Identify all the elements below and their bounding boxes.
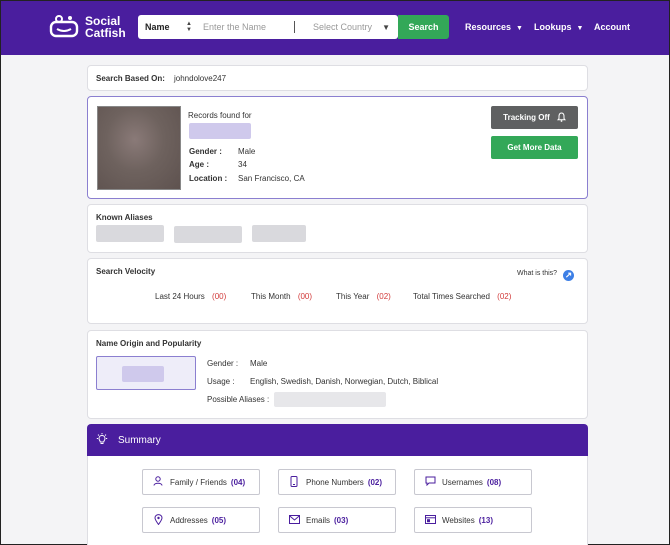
- summary-item-label: Emails: [306, 515, 331, 525]
- location-value: San Francisco, CA: [238, 174, 305, 183]
- velocity-item-count: (00): [212, 292, 227, 301]
- velocity-item-count: (02): [376, 292, 391, 301]
- possible-aliases-label: Possible Aliases :: [207, 395, 270, 404]
- summary-header: Summary: [87, 424, 588, 456]
- search-bar: Name ▲ ▼ Enter the Name Select Country ▼: [138, 15, 398, 39]
- redacted-aliases: [274, 392, 386, 407]
- catfish-logo-icon: [49, 14, 81, 40]
- gender-value: Male: [238, 147, 256, 156]
- gender-label: Gender :: [189, 147, 222, 156]
- chat-icon: [424, 476, 436, 488]
- search-type-select[interactable]: Name ▲ ▼: [138, 15, 194, 39]
- alias-chip: [96, 225, 164, 242]
- nav-lookups[interactable]: Lookups ▼: [534, 22, 583, 32]
- chevron-down-icon: ▼: [516, 25, 523, 32]
- velocity-item-label: Total Times Searched: [413, 292, 490, 301]
- envelope-icon: [288, 514, 300, 526]
- name-origin-card: Name Origin and Popularity Gender : Male…: [87, 330, 588, 419]
- nav-resources-label: Resources: [465, 22, 512, 32]
- velocity-this-month: This Month (00): [251, 292, 312, 301]
- origin-gender-value: Male: [250, 359, 268, 368]
- summary-usernames[interactable]: Usernames (08): [414, 469, 532, 495]
- redacted-name: [189, 123, 251, 139]
- name-input[interactable]: Enter the Name: [194, 22, 294, 32]
- summary-emails[interactable]: Emails (03): [278, 507, 396, 533]
- what-is-this-link[interactable]: What is this?: [517, 270, 557, 277]
- logo-text-line2: Catfish: [85, 26, 126, 40]
- country-select[interactable]: Select Country ▼: [295, 15, 398, 39]
- nav-resources[interactable]: Resources ▼: [465, 22, 523, 32]
- top-header: Social Catfish Name ▲ ▼ Enter the Name Se…: [1, 1, 669, 55]
- records-found-label: Records found for: [188, 111, 252, 120]
- summary-websites[interactable]: Websites (13): [414, 507, 532, 533]
- summary-item-count: (04): [230, 477, 246, 487]
- summary-item-count: (13): [478, 515, 493, 525]
- summary-item-count: (08): [486, 477, 502, 487]
- velocity-item-label: This Year: [336, 292, 370, 301]
- location-pin-icon: [152, 513, 164, 527]
- velocity-total-times-searched: Total Times Searched (02): [413, 292, 511, 301]
- alias-chip: [252, 225, 306, 242]
- search-type-value: Name: [145, 22, 170, 32]
- summary-item-label: Usernames: [442, 477, 483, 487]
- country-placeholder: Select Country: [313, 22, 373, 32]
- search-button[interactable]: Search: [398, 15, 449, 39]
- phone-icon: [288, 475, 300, 489]
- search-velocity-card: Search Velocity What is this? Last 24 Ho…: [87, 258, 588, 324]
- summary-card: Summary Family / Friends (04) Phone Numb…: [87, 424, 588, 545]
- get-more-data-button[interactable]: Get More Data: [491, 136, 578, 159]
- location-label: Location :: [189, 174, 228, 183]
- profile-card: Records found for Gender : Male Age : 34…: [87, 96, 588, 199]
- summary-item-count: (03): [334, 515, 349, 525]
- summary-item-label: Phone Numbers: [306, 477, 364, 487]
- chevron-down-icon: ▼: [576, 25, 584, 32]
- lightbulb-icon: [96, 433, 108, 450]
- name-origin-title: Name Origin and Popularity: [96, 339, 202, 348]
- summary-item-count: (05): [211, 515, 227, 525]
- velocity-item-label: Last 24 Hours: [155, 292, 205, 301]
- origin-usage-label: Usage :: [207, 377, 235, 386]
- social-catfish-logo[interactable]: Social Catfish: [49, 14, 126, 40]
- summary-title: Summary: [118, 434, 161, 446]
- origin-usage-value: English, Swedish, Danish, Norwegian, Dut…: [250, 377, 439, 386]
- search-based-on-value: johndolove247: [174, 74, 227, 83]
- age-value: 34: [238, 160, 247, 169]
- help-circle-icon[interactable]: [563, 268, 574, 286]
- search-velocity-title: Search Velocity: [96, 267, 156, 276]
- velocity-last-24-hours: Last 24 Hours (00): [155, 292, 226, 301]
- nav-account[interactable]: Account: [594, 22, 630, 32]
- known-aliases-title: Known Aliases: [96, 213, 153, 222]
- age-label: Age :: [189, 160, 209, 169]
- summary-item-label: Addresses: [170, 515, 208, 525]
- chevron-down-icon: ▼: [382, 23, 390, 32]
- summary-item-label: Websites: [442, 515, 475, 525]
- bell-icon: [556, 111, 566, 124]
- nav-lookups-label: Lookups: [534, 22, 572, 32]
- search-based-on-card: Search Based On: johndolove247: [87, 65, 588, 91]
- velocity-item-count: (02): [497, 292, 512, 301]
- alias-chip: [174, 226, 242, 243]
- tracking-toggle-button[interactable]: Tracking Off: [491, 106, 578, 129]
- name-box: [96, 356, 196, 390]
- velocity-this-year: This Year (02): [336, 292, 391, 301]
- summary-addresses[interactable]: Addresses (05): [142, 507, 260, 533]
- tracking-button-label: Tracking Off: [503, 113, 550, 122]
- profile-photo: [97, 106, 181, 190]
- origin-gender-label: Gender :: [207, 359, 239, 368]
- browser-icon: [424, 514, 436, 526]
- summary-item-label: Family / Friends: [170, 477, 227, 487]
- known-aliases-card: Known Aliases: [87, 204, 588, 253]
- summary-family-friends[interactable]: Family / Friends (04): [142, 469, 260, 495]
- velocity-item-count: (00): [297, 292, 313, 301]
- velocity-item-label: This Month: [251, 292, 291, 301]
- up-down-arrows-icon: ▲ ▼: [186, 21, 192, 33]
- summary-item-count: (02): [367, 477, 383, 487]
- redacted-name: [122, 366, 164, 382]
- search-based-on-label: Search Based On:: [96, 74, 165, 83]
- person-icon: [152, 476, 164, 488]
- summary-phone-numbers[interactable]: Phone Numbers (02): [278, 469, 396, 495]
